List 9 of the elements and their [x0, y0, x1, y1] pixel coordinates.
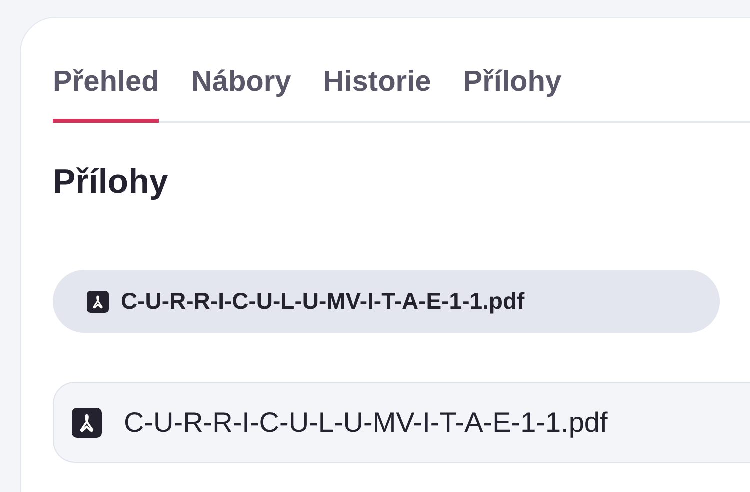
- tab[interactable]: Nábory: [191, 66, 292, 123]
- tab[interactable]: Přílohy: [463, 66, 562, 123]
- tab[interactable]: Přehled: [53, 66, 160, 123]
- attachment-chip[interactable]: C-U-R-R-I-C-U-L-U-MV-I-T-A-E-1-1.pdf: [53, 270, 720, 333]
- pdf-icon: [87, 290, 109, 312]
- tab[interactable]: Historie: [323, 66, 432, 123]
- section-title: Přílohy: [53, 163, 170, 202]
- attachment-row[interactable]: C-U-R-R-I-C-U-L-U-MV-I-T-A-E-1-1.pdf: [53, 382, 750, 463]
- pdf-icon: [72, 408, 102, 438]
